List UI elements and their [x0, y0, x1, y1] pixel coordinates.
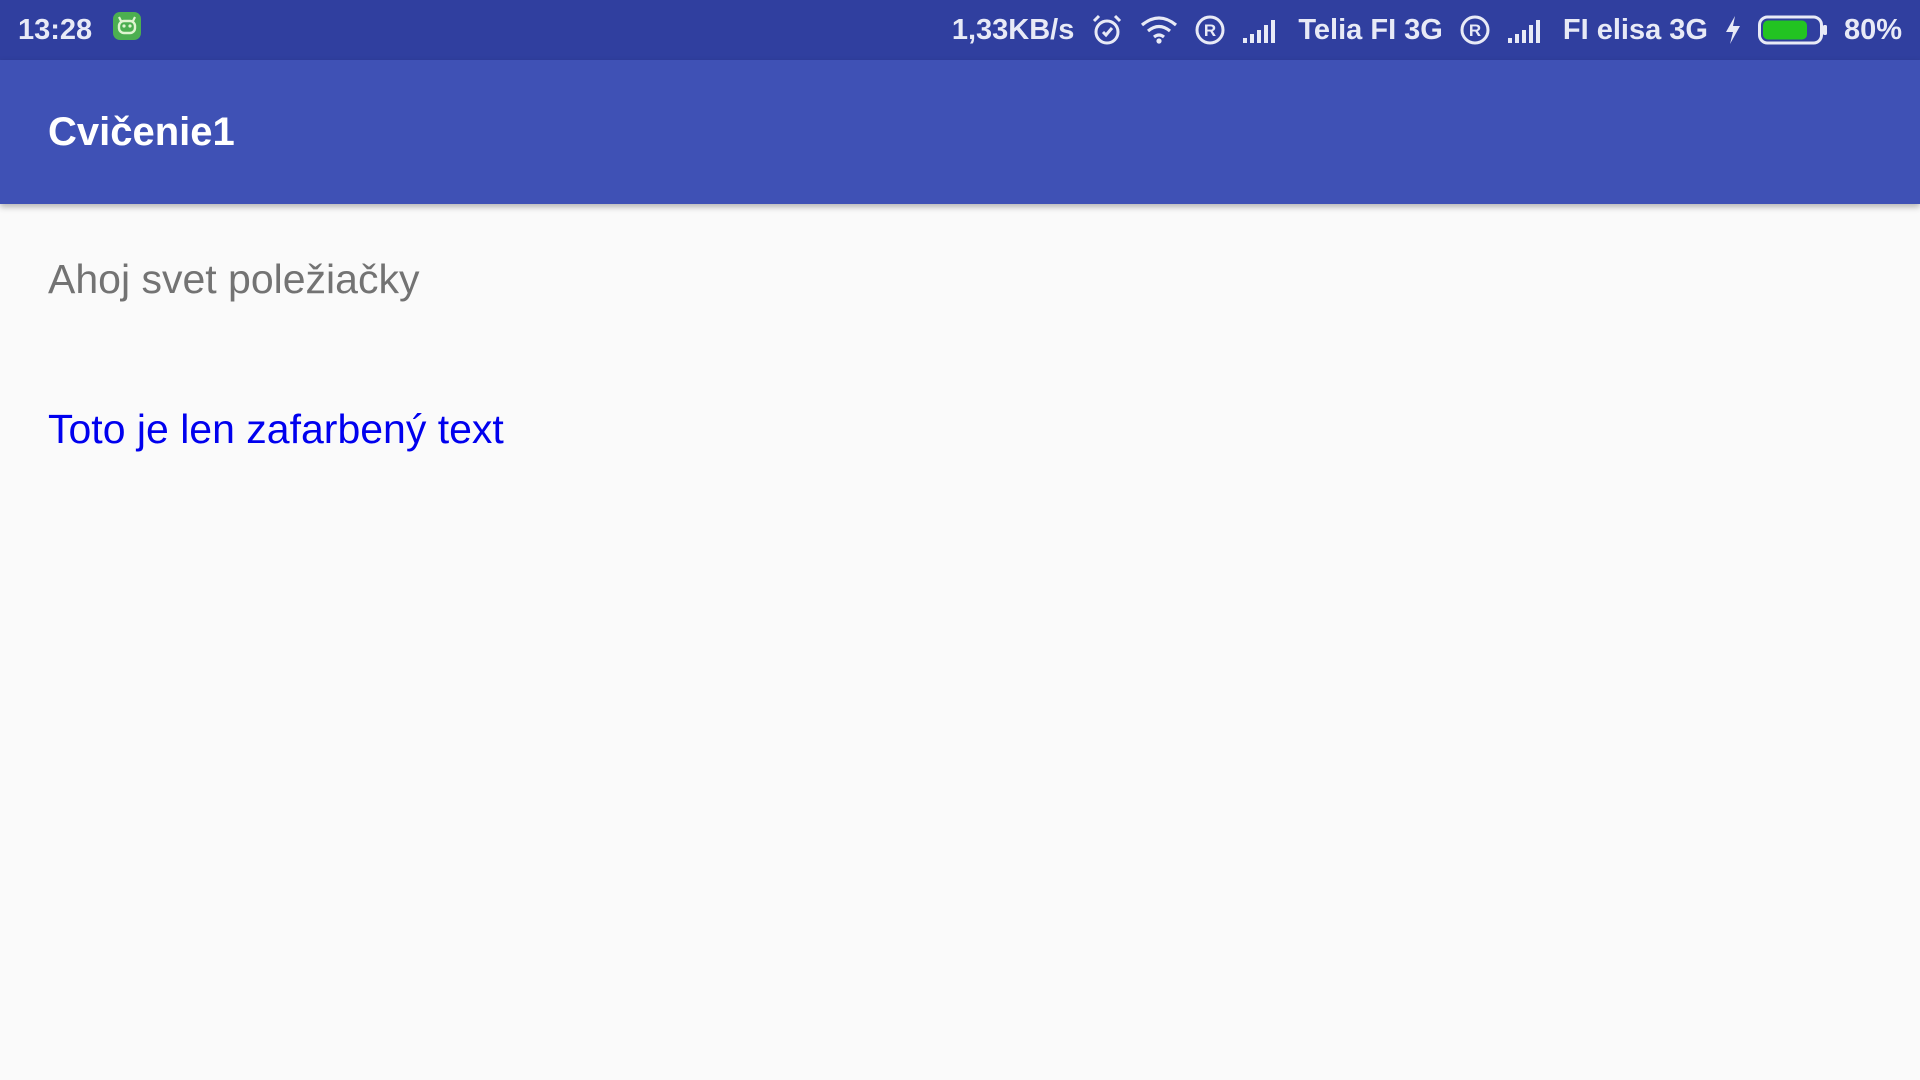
greeting-text: Ahoj svet poležiačky	[48, 256, 420, 302]
battery-percent: 80%	[1843, 13, 1902, 46]
app-bar: Cvičenie1	[0, 60, 1920, 204]
svg-text:R: R	[1204, 21, 1216, 40]
roaming-r-icon: R	[1459, 14, 1491, 46]
carrier1: Telia FI 3G	[1298, 13, 1443, 46]
app-title: Cvičenie1	[48, 109, 235, 154]
status-bar: 13:28 1,33KB/s R Telia FI 3G R FI elisa …	[0, 0, 1920, 60]
signal-icon	[1507, 16, 1547, 44]
svg-text:R: R	[1469, 21, 1481, 40]
carrier2: FI elisa 3G	[1562, 13, 1708, 46]
wifi-icon	[1140, 15, 1178, 45]
battery-icon	[1757, 15, 1828, 45]
charging-bolt-icon	[1724, 15, 1742, 45]
net-speed: 1,33KB/s	[951, 13, 1075, 46]
status-left: 13:28	[18, 11, 142, 49]
status-time: 13:28	[18, 13, 93, 46]
alarm-icon	[1090, 13, 1124, 47]
battery-fill	[1762, 20, 1807, 40]
colored-text: Toto je len zafarbený text	[48, 406, 504, 452]
signal-icon	[1242, 16, 1282, 44]
android-notification-icon[interactable]	[112, 11, 142, 49]
roaming-r-icon: R	[1194, 14, 1226, 46]
status-right: 1,33KB/s R Telia FI 3G R FI elisa 3G 80%	[952, 13, 1902, 47]
